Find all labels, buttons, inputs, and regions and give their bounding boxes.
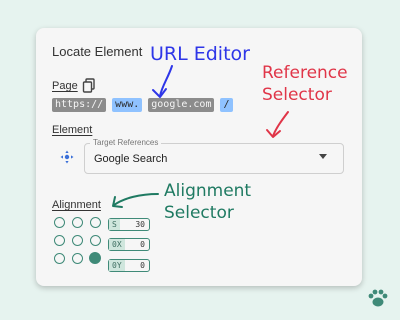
green-arrow bbox=[113, 193, 159, 206]
blue-arrow bbox=[159, 65, 173, 97]
annotation-arrows bbox=[112, 65, 289, 208]
blue-arrow-head bbox=[152, 88, 167, 98]
paw-icon bbox=[368, 289, 388, 307]
red-arrow bbox=[272, 111, 289, 137]
